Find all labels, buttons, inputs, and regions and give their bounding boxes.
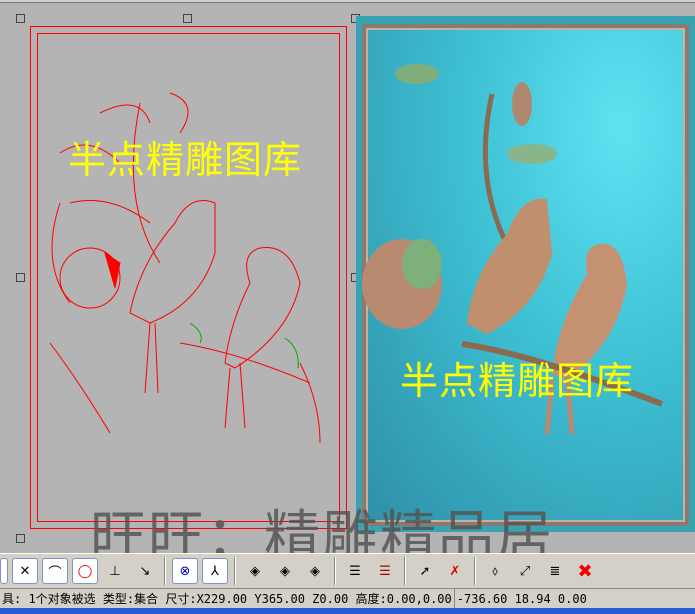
measure-icon[interactable]: ⤢: [512, 558, 538, 584]
perpendicular-icon[interactable]: ⊥: [102, 558, 128, 584]
status-bar: 具: 1个对象被选 类型:集合 尺寸:X229.00 Y365.00 Z0.00…: [0, 588, 695, 609]
diamond-1-icon[interactable]: ◈: [242, 558, 268, 584]
toolbar-separator: [404, 557, 406, 585]
project-icon[interactable]: ⬨: [482, 558, 508, 584]
point-icon[interactable]: ⊗: [172, 558, 198, 584]
watermark-text: 半点精雕图库: [68, 138, 303, 182]
diamond-2-icon[interactable]: ◈: [272, 558, 298, 584]
vector-bird-drawing: [49, 92, 321, 444]
relief-bird-carving: [362, 64, 664, 435]
toolbar: ✕ ⌒ ◯ ⊥ ↘ ⊗ ⅄ ◈ ◈ ◈ ☰ ☰ ➚ ✗ ⬨ ⤢ ≣ ✖: [0, 553, 695, 588]
layer-2-icon[interactable]: ☰: [372, 558, 398, 584]
select-point-icon[interactable]: ➚: [412, 558, 438, 584]
axis-icon[interactable]: ⅄: [202, 558, 228, 584]
circle-points-icon[interactable]: ◯: [72, 558, 98, 584]
deselect-icon[interactable]: ✗: [442, 558, 468, 584]
cursor-coordinates: -736.60 18.94 0.00: [456, 592, 587, 606]
selection-status: 具: 1个对象被选 类型:集合 尺寸:X229.00 Y365.00 Z0.00…: [0, 589, 455, 609]
diamond-3-icon[interactable]: ◈: [302, 558, 328, 584]
toolbar-separator: [164, 557, 166, 585]
delete-icon[interactable]: ✖: [572, 558, 598, 584]
tangent-icon[interactable]: ↘: [132, 558, 158, 584]
toolbar-separator: [334, 557, 336, 585]
watermark-text: 半点精雕图库: [400, 359, 635, 403]
curve-cross-icon[interactable]: ✕: [12, 558, 38, 584]
toolbar-separator: [474, 557, 476, 585]
fillet-icon[interactable]: ⌒: [42, 558, 68, 584]
list-icon[interactable]: ≣: [542, 558, 568, 584]
toolbar-separator: [234, 557, 236, 585]
taskbar-edge: [0, 608, 695, 614]
layer-1-icon[interactable]: ☰: [342, 558, 368, 584]
toolbar-button-partial[interactable]: [0, 558, 8, 584]
